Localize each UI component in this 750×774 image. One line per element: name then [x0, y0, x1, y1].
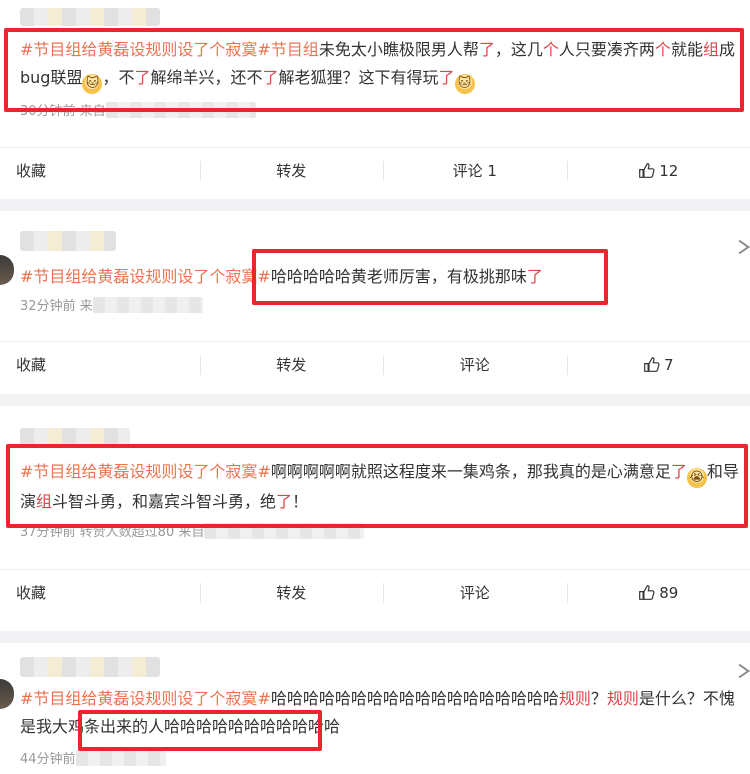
post-text-segment: 解绵羊兴，还不: [150, 68, 263, 87]
highlighted-text: 了: [134, 68, 151, 87]
highlighted-text: 了: [276, 492, 293, 511]
repost-button[interactable]: 转发: [199, 148, 384, 193]
comment-button[interactable]: 评论 1: [383, 148, 567, 193]
collect-button[interactable]: 收藏: [0, 570, 200, 615]
collect-button[interactable]: 收藏: [0, 148, 200, 193]
action-bar: 收藏 转发 评论 89: [0, 569, 750, 615]
post-1: #节目组给黄磊设规则设了个寂寞#节目组未免太小瞧极限男人帮了，这几个人只要凑齐两…: [0, 0, 750, 199]
post-4: #节目组给黄磊设规则设了个寂寞#哈哈哈哈哈哈哈哈哈哈哈哈哈哈哈哈哈哈规则？规则是…: [0, 643, 750, 774]
like-button[interactable]: 12: [566, 148, 750, 193]
highlighted-text: 了: [670, 462, 687, 481]
topic-hashtag[interactable]: 节目组: [271, 40, 319, 59]
post-text-segment: 哈哈哈哈哈黄老师厉害，有极挑那味: [270, 267, 527, 286]
post-2: #节目组给黄磊设规则设了个寂寞#哈哈哈哈哈黄老师厉害，有极挑那味了 32分钟前 …: [0, 211, 750, 394]
source-blurred: [105, 102, 256, 118]
highlighted-text: 组: [36, 492, 53, 511]
post-text: #节目组给黄磊设规则设了个寂寞#哈哈哈哈哈黄老师厉害，有极挑那味了: [20, 263, 740, 291]
post-text-segment: 斗智斗勇，和嘉宾斗智斗勇，绝: [52, 492, 277, 511]
avatar[interactable]: [0, 255, 14, 285]
username-blurred[interactable]: [20, 8, 160, 26]
post-meta: 44分钟前: [20, 750, 166, 770]
highlighted-text: 个: [654, 40, 671, 59]
post-text-segment: 解老狐狸？这下有得玩: [278, 68, 439, 87]
thumbs-up-icon: [639, 163, 655, 178]
post-text: #节目组给黄磊设规则设了个寂寞#节目组未免太小瞧极限男人帮了，这几个人只要凑齐两…: [20, 36, 740, 94]
emoji-icon: 🐱: [454, 74, 475, 94]
highlighted-text: 规则: [606, 689, 639, 708]
highlighted-text: 个: [542, 40, 559, 59]
emoji-icon: 🐱: [82, 74, 103, 94]
post-text-segment: 人只要凑齐两: [558, 40, 655, 59]
post-meta: 30分钟前 来自: [20, 102, 256, 122]
username-blurred[interactable]: [20, 428, 130, 448]
post-text: #节目组给黄磊设规则设了个寂寞#啊啊啊啊啊就照这程度来一集鸡条，那我真的是心满意…: [20, 458, 740, 516]
post-text-segment: 就能: [670, 40, 703, 59]
highlighted-text: 规则: [558, 689, 591, 708]
chevron-down-icon[interactable]: [730, 240, 750, 254]
post-text-segment: ？: [590, 689, 607, 708]
topic-hashtag[interactable]: #节目组给黄磊设规则设了个寂寞#: [20, 40, 271, 59]
source-blurred: [75, 750, 166, 766]
chevron-down-icon[interactable]: [730, 664, 750, 678]
topic-hashtag[interactable]: #节目组给黄磊设规则设了个寂寞#: [20, 267, 271, 286]
like-button[interactable]: 89: [566, 570, 750, 615]
post-text-segment: ！: [292, 492, 309, 511]
thumbs-up-icon: [644, 357, 660, 372]
post-text-segment: 啊啊啊啊啊就照这程度来一集鸡条，那我真的是心满意足: [270, 462, 671, 481]
emoji-icon: 😭: [686, 468, 707, 488]
collect-button[interactable]: 收藏: [0, 342, 200, 387]
repost-button[interactable]: 转发: [199, 570, 384, 615]
avatar[interactable]: [0, 679, 14, 709]
post-text-segment: 未免太小瞧极限男人帮: [318, 40, 479, 59]
comment-button[interactable]: 评论: [383, 342, 567, 387]
username-blurred[interactable]: [20, 657, 160, 677]
topic-hashtag[interactable]: #节目组给黄磊设规则设了个寂寞#: [20, 689, 271, 708]
thumbs-up-icon: [639, 585, 655, 600]
separator: [0, 199, 750, 211]
post-meta: 32分钟前 来: [20, 297, 203, 317]
action-bar: 收藏 转发 评论 7: [0, 341, 750, 387]
repost-button[interactable]: 转发: [199, 342, 384, 387]
post-meta: 37分钟前 转赞人数超过80 来自: [20, 523, 365, 543]
separator: [0, 394, 750, 406]
highlighted-text: 了: [262, 68, 279, 87]
source-blurred: [204, 523, 365, 539]
highlighted-text: 了: [438, 68, 455, 87]
highlighted-text: 了: [526, 267, 543, 286]
separator: [0, 631, 750, 643]
topic-hashtag[interactable]: #节目组给黄磊设规则设了个寂寞#: [20, 462, 271, 481]
like-button[interactable]: 7: [566, 342, 750, 387]
post-text-segment: 哈哈哈哈哈哈哈哈哈哈哈哈哈哈哈哈哈哈: [270, 689, 559, 708]
action-bar: 收藏 转发 评论 1 12: [0, 147, 750, 193]
comment-button[interactable]: 评论: [383, 570, 567, 615]
username-blurred[interactable]: [20, 231, 116, 251]
post-3: #节目组给黄磊设规则设了个寂寞#啊啊啊啊啊就照这程度来一集鸡条，那我真的是心满意…: [0, 406, 750, 631]
highlighted-text: 组: [702, 40, 719, 59]
highlighted-text: 了: [478, 40, 495, 59]
post-text-segment: ，不: [102, 68, 135, 87]
source-blurred: [92, 297, 203, 313]
post-text-segment: ，这几: [494, 40, 543, 59]
post-text: #节目组给黄磊设规则设了个寂寞#哈哈哈哈哈哈哈哈哈哈哈哈哈哈哈哈哈哈规则？规则是…: [20, 685, 740, 741]
